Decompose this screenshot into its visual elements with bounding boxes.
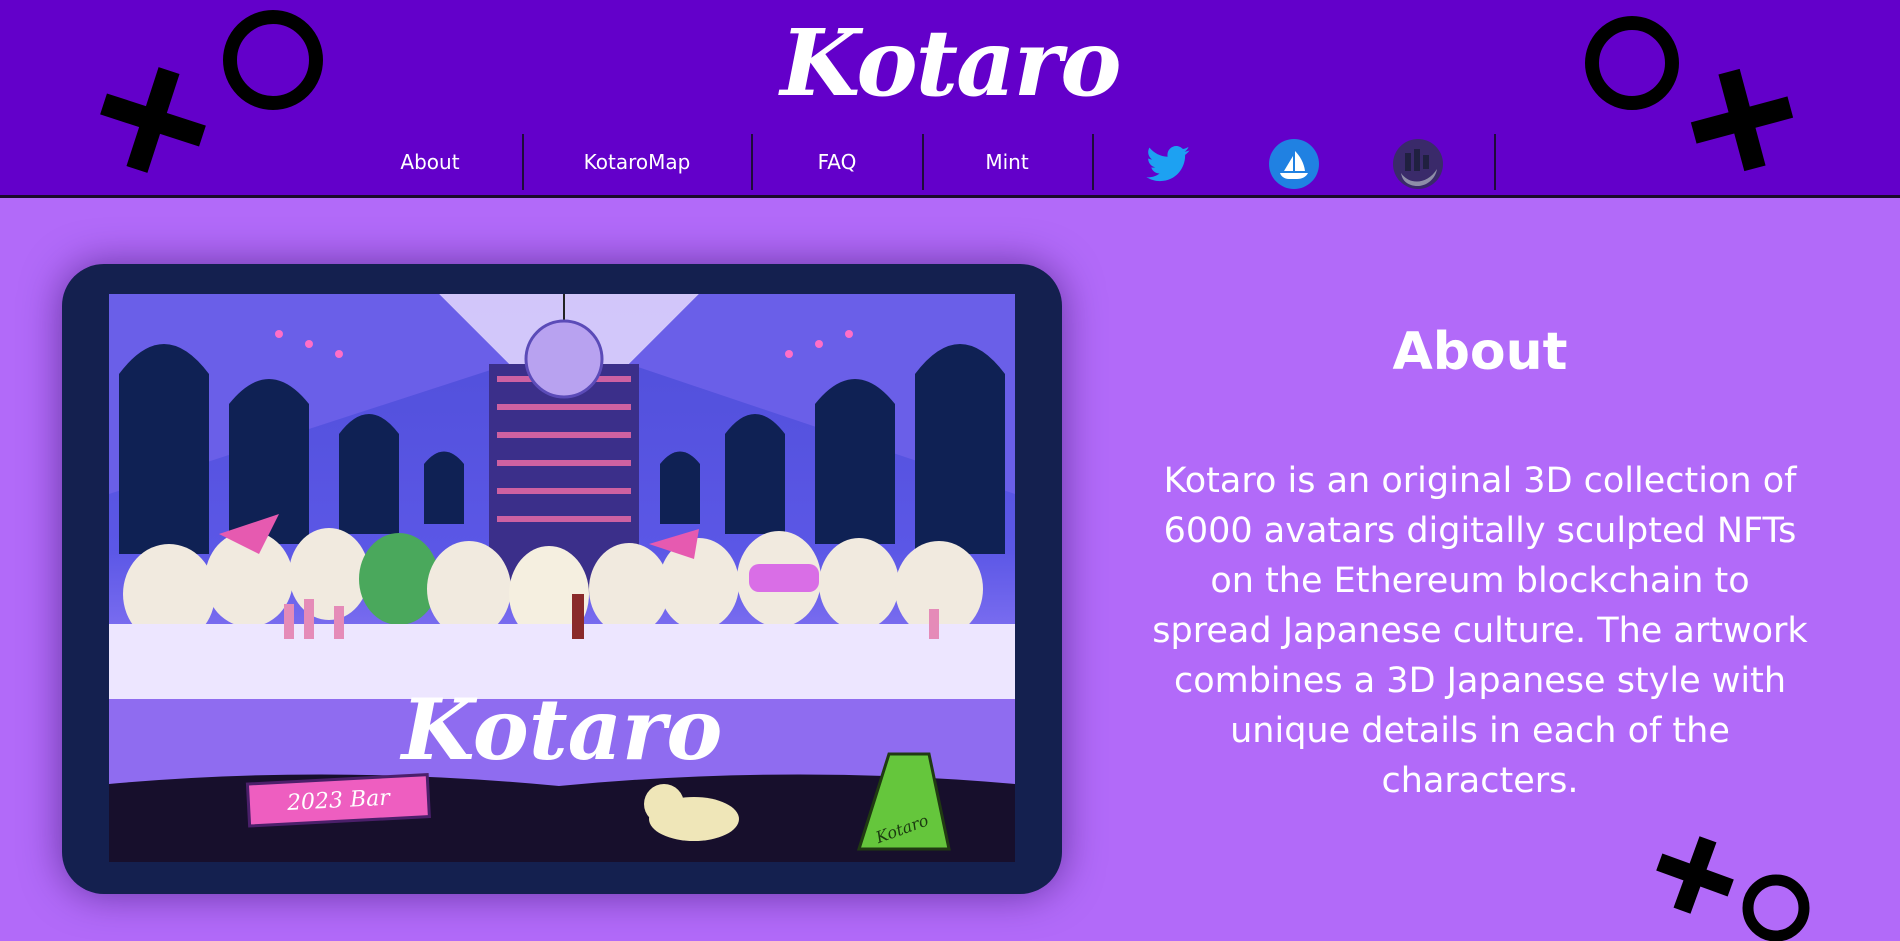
nav-divider	[522, 134, 524, 190]
opensea-link[interactable]	[1269, 139, 1319, 189]
nav-divider	[1494, 134, 1496, 190]
looksrare-link[interactable]	[1393, 139, 1443, 189]
party-scene-illustration: 2023 Bar Kotaro Kotaro	[109, 294, 1015, 862]
opensea-icon	[1269, 139, 1319, 189]
twitter-link[interactable]	[1143, 139, 1193, 189]
twitter-icon	[1146, 146, 1190, 182]
nav-faq[interactable]: FAQ	[797, 134, 877, 190]
main-nav: About KotaroMap FAQ Mint	[0, 134, 1900, 190]
nav-divider	[751, 134, 753, 190]
nav-about[interactable]: About	[380, 134, 480, 190]
about-description: Kotaro is an original 3D collection of 6…	[1152, 461, 1808, 801]
nav-mint[interactable]: Mint	[967, 134, 1047, 190]
tic-tac-toe-decoration-bottom	[1656, 836, 1810, 941]
site-header: Kotaro About KotaroMap FAQ Mint	[0, 0, 1900, 198]
nav-divider	[1092, 134, 1094, 190]
hero-artwork: 2023 Bar Kotaro Kotaro	[109, 294, 1015, 862]
nav-kotaromap[interactable]: KotaroMap	[567, 134, 707, 190]
about-heading: About	[1392, 322, 1568, 382]
hero-artwork-frame: 2023 Bar Kotaro Kotaro	[62, 264, 1062, 894]
artwork-title-text: Kotaro	[400, 680, 723, 779]
nav-divider	[922, 134, 924, 190]
looksrare-icon	[1393, 139, 1443, 189]
